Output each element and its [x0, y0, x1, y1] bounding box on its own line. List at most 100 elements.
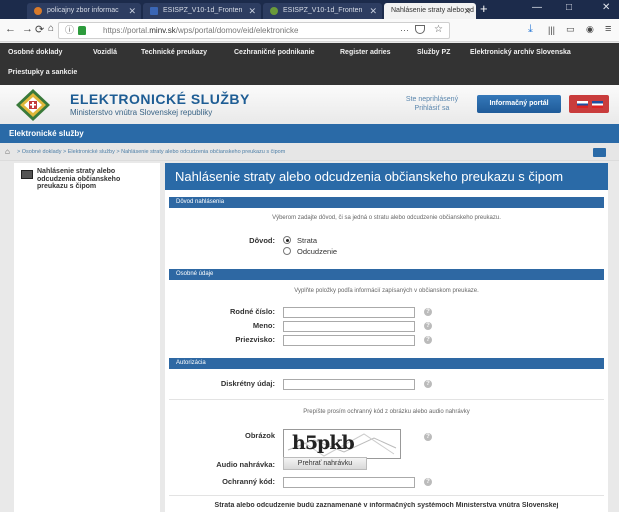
- menu-item-technicke-preukazy[interactable]: Technické preukazy: [141, 49, 207, 56]
- extension-icon[interactable]: ◉: [586, 24, 594, 35]
- help-icon[interactable]: ?: [424, 478, 432, 486]
- menu-icon[interactable]: ≡: [605, 23, 611, 35]
- birth-number-label: Rodné číslo:: [229, 307, 275, 316]
- maximize-icon[interactable]: □: [566, 2, 572, 13]
- name-label: Meno:: [252, 321, 275, 330]
- info-icon[interactable]: ⓘ: [65, 23, 74, 38]
- surname-label: Priezvisko:: [235, 335, 275, 344]
- section-nav-title[interactable]: Elektronické služby: [0, 124, 619, 143]
- menu-item-elektronicky-archiv[interactable]: Elektronický archív Slovenska: [470, 49, 571, 56]
- site-top-menu: Osobné doklady Vozidlá Technické preukaz…: [0, 43, 619, 85]
- reason-note: Výberom zadajte dôvod, či sa jedná o str…: [272, 215, 501, 221]
- page-actions-icon[interactable]: ···: [400, 23, 409, 38]
- menu-item-sluzby-pz[interactable]: Služby PZ: [417, 49, 450, 56]
- close-window-icon[interactable]: ✕: [602, 2, 610, 13]
- tab-title: Nahlásenie straty alebo od: [391, 7, 474, 14]
- state-emblem-logo[interactable]: [14, 88, 52, 122]
- downloads-icon[interactable]: ⤓: [528, 23, 533, 36]
- sidebar: Nahlásenie straty alebo odcudzenia občia…: [14, 163, 160, 512]
- radio-odcudzenie[interactable]: [283, 247, 291, 255]
- login-info: Ste neprihlásený Prihlásiť sa: [402, 95, 462, 113]
- library-icon[interactable]: |||: [548, 25, 555, 35]
- browser-tab-1[interactable]: policajny zbor informac ✕: [27, 3, 141, 19]
- sidebar-item-nahlasenie[interactable]: Nahlásenie straty alebo odcudzenia občia…: [19, 168, 155, 196]
- main-content: Nahlásenie straty alebo odcudzenia občia…: [165, 163, 608, 512]
- url-path: /wps/portal/domov/eid/elektronicke: [175, 26, 299, 35]
- home-icon[interactable]: ⌂: [5, 143, 10, 161]
- reload-icon[interactable]: ⟳: [35, 23, 44, 36]
- sidebar-toggle-icon[interactable]: ▭: [566, 24, 575, 35]
- menu-item-cezhranicne-podnikanie[interactable]: Cezhraničné podnikanie: [234, 49, 315, 56]
- browser-tab-2[interactable]: ESISPZ_V10-1d_Fronten ✕: [143, 3, 261, 19]
- tab-favicon-icon: [270, 7, 278, 15]
- help-icon[interactable]: ?: [424, 308, 432, 316]
- menu-item-register-adries[interactable]: Register adries: [340, 49, 391, 56]
- language-switch-button[interactable]: [569, 95, 609, 113]
- url-bar[interactable]: ⓘ https://portal.minv.sk/wps/portal/domo…: [58, 22, 450, 39]
- login-status: Ste neprihlásený: [405, 96, 459, 103]
- browser-tab-3[interactable]: ESISPZ_V10-1d_Fronten ✕: [263, 3, 382, 19]
- tab-title: policajny zbor informac: [47, 7, 119, 14]
- captcha-label: Obrázok: [244, 431, 275, 440]
- secret-input[interactable]: [283, 379, 415, 390]
- security-code-input[interactable]: [283, 477, 415, 488]
- tab-favicon-icon: [34, 7, 42, 15]
- url-domain: minv.sk: [149, 26, 176, 35]
- captcha-image: h5pkb: [283, 429, 401, 459]
- forward-icon[interactable]: →: [22, 23, 33, 35]
- name-input[interactable]: [283, 321, 415, 332]
- surname-input[interactable]: [283, 335, 415, 346]
- new-tab-button[interactable]: +: [480, 1, 488, 16]
- close-tab-icon[interactable]: ✕: [128, 3, 136, 19]
- id-card-icon: [21, 170, 33, 179]
- help-icon[interactable]: ?: [424, 322, 432, 330]
- bottom-notice: Strata alebo odcudzenie budú zaznamenané…: [214, 502, 559, 509]
- close-tab-icon[interactable]: ✕: [369, 3, 377, 19]
- divider: [169, 399, 604, 400]
- menu-item-osobne-doklady[interactable]: Osobné doklady: [8, 49, 62, 56]
- section-personal-header: Osobné údaje: [169, 269, 604, 280]
- browser-navbar: ← → ⟳ ⌂ ⓘ https://portal.minv.sk/wps/por…: [0, 19, 619, 42]
- lock-icon: [78, 26, 86, 35]
- radio-odcudzenie-label[interactable]: Odcudzenie: [297, 247, 337, 256]
- browser-tab-bar: policajny zbor informac ✕ ESISPZ_V10-1d_…: [0, 0, 619, 19]
- audio-label: Audio nahrávka:: [216, 460, 275, 469]
- tab-title: ESISPZ_V10-1d_Fronten: [283, 7, 363, 14]
- home-icon[interactable]: ⌂: [48, 23, 54, 34]
- bookmark-star-icon[interactable]: ☆: [434, 22, 443, 37]
- sitemap-icon[interactable]: [593, 148, 606, 157]
- help-icon[interactable]: ?: [424, 433, 432, 441]
- tab-favicon-icon: [150, 7, 158, 15]
- tab-title: ESISPZ_V10-1d_Fronten: [163, 7, 243, 14]
- radio-strata[interactable]: [283, 236, 291, 244]
- captcha-text: h5pkb: [292, 432, 355, 454]
- close-tab-icon[interactable]: ✕: [248, 3, 256, 19]
- site-header: ELEKTRONICKÉ SLUŽBY Ministerstvo vnútra …: [0, 85, 619, 124]
- radio-strata-label[interactable]: Strata: [297, 236, 317, 245]
- informacny-portal-button[interactable]: Informačný portál: [477, 95, 561, 113]
- birth-number-input[interactable]: [283, 307, 415, 318]
- personal-note: Vyplňte položky podľa informácií zapísan…: [294, 288, 479, 294]
- menu-item-vozidla[interactable]: Vozidlá: [93, 49, 117, 56]
- page-title: Nahlásenie straty alebo odcudzenia občia…: [165, 163, 608, 190]
- breadcrumb-path[interactable]: > Osobné doklady > Elektronické služby >…: [17, 149, 285, 155]
- close-tab-icon[interactable]: ✕: [463, 3, 471, 19]
- brand-title: ELEKTRONICKÉ SLUŽBY: [70, 91, 250, 107]
- section-reason-header: Dôvod nahlásenia: [169, 197, 604, 208]
- back-icon[interactable]: ←: [5, 23, 16, 35]
- divider: [169, 495, 604, 496]
- pocket-icon[interactable]: [415, 25, 425, 34]
- brand-subtitle: Ministerstvo vnútra Slovenskej republiky: [70, 108, 213, 117]
- browser-tab-active[interactable]: Nahlásenie straty alebo od ✕: [384, 3, 476, 19]
- url-prefix: https://portal.: [103, 26, 150, 35]
- menu-item-priestupky[interactable]: Priestupky a sankcie: [8, 69, 77, 76]
- play-audio-button[interactable]: Prehrať nahrávku: [283, 457, 367, 470]
- login-link[interactable]: Prihlásiť sa: [402, 104, 462, 113]
- sidebar-item-label: Nahlásenie straty alebo odcudzenia občia…: [37, 168, 121, 190]
- help-icon[interactable]: ?: [424, 380, 432, 388]
- secret-label: Diskrétny údaj:: [220, 379, 275, 388]
- minimize-icon[interactable]: —: [532, 2, 542, 13]
- slovak-flag-icon: [577, 101, 588, 108]
- captcha-note: Prepíšte prosím ochranný kód z obrázku a…: [303, 409, 470, 415]
- help-icon[interactable]: ?: [424, 336, 432, 344]
